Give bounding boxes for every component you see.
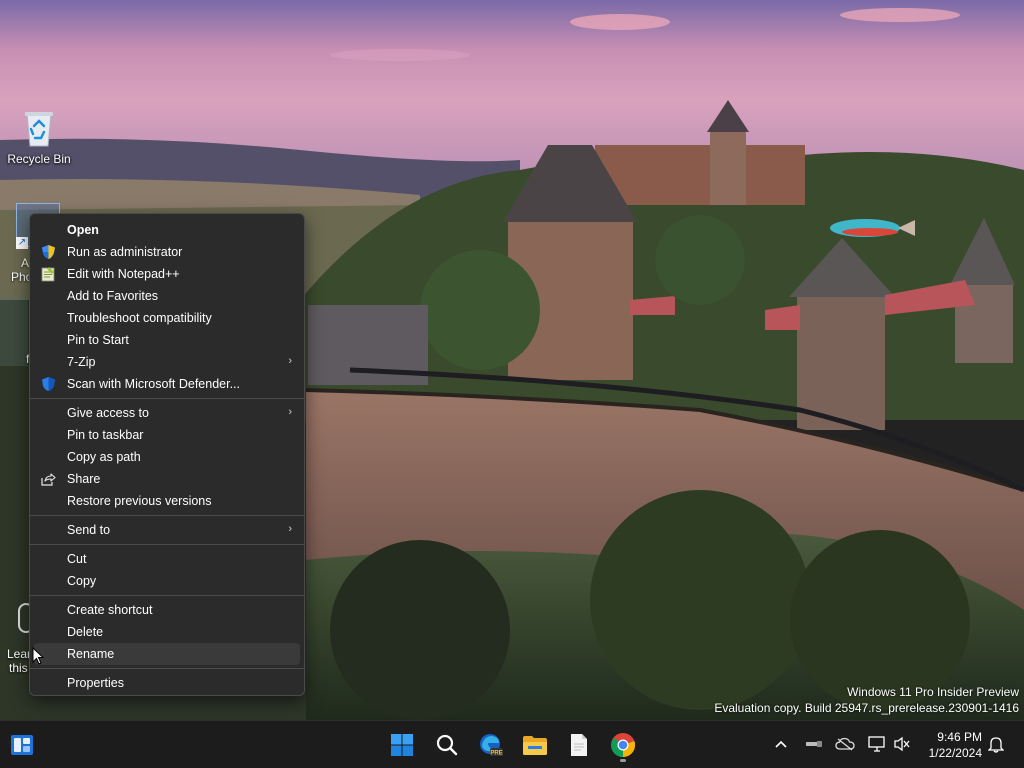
windows-watermark: Windows 11 Pro Insider Preview Evaluatio… bbox=[714, 684, 1019, 716]
menu-item-copy[interactable]: Copy bbox=[34, 570, 300, 592]
menu-item-troubleshoot-compatibility[interactable]: Troubleshoot compatibility bbox=[34, 307, 300, 329]
chrome-icon bbox=[611, 733, 636, 758]
search-button[interactable] bbox=[429, 727, 465, 763]
menu-item-send-to[interactable]: Send to › bbox=[34, 519, 300, 541]
shortcut-arrow-icon: ↗ bbox=[16, 237, 28, 249]
menu-item-pin-to-start[interactable]: Pin to Start bbox=[34, 329, 300, 351]
file-explorer-icon bbox=[523, 736, 547, 755]
taskbar: PRE 9:46 PM 1/22/2024 bbox=[0, 720, 1024, 768]
menu-item-restore-previous-versions[interactable]: Restore previous versions bbox=[34, 490, 300, 512]
usb-tray-button[interactable] bbox=[803, 733, 825, 755]
menu-item-scan-with-defender[interactable]: Scan with Microsoft Defender... bbox=[34, 373, 300, 395]
usb-icon bbox=[806, 741, 822, 747]
clock-time: 9:46 PM bbox=[937, 730, 982, 744]
network-tray-button[interactable] bbox=[866, 733, 888, 755]
onedrive-tray-button[interactable] bbox=[834, 733, 856, 755]
menu-item-copy-as-path[interactable]: Copy as path bbox=[34, 446, 300, 468]
menu-separator bbox=[30, 398, 304, 399]
menu-item-rename[interactable]: Rename bbox=[34, 643, 300, 665]
share-icon bbox=[40, 471, 56, 487]
chevron-right-icon: › bbox=[288, 523, 292, 535]
clock-date: 1/22/2024 bbox=[928, 746, 982, 760]
menu-item-edit-with-notepadpp[interactable]: Edit with Notepad++ bbox=[34, 263, 300, 285]
edge-dev-button[interactable]: PRE bbox=[473, 727, 509, 763]
watermark-build: Evaluation copy. Build 25947.rs_prerelea… bbox=[714, 701, 1019, 715]
network-icon bbox=[868, 736, 885, 752]
cloud-icon bbox=[835, 737, 855, 751]
desktop-icon-partial-label: Lear bbox=[7, 647, 32, 661]
notepad-icon bbox=[571, 734, 587, 756]
desktop-icon-partial-label: this bbox=[9, 661, 28, 675]
notification-center-button[interactable] bbox=[985, 733, 1007, 755]
notepadpp-icon bbox=[40, 266, 56, 282]
system-clock[interactable]: 9:46 PM 1/22/2024 bbox=[929, 729, 982, 761]
volume-tray-button[interactable] bbox=[891, 733, 913, 755]
menu-item-pin-to-taskbar[interactable]: Pin to taskbar bbox=[34, 424, 300, 446]
menu-separator bbox=[30, 595, 304, 596]
desktop-icon-recycle-bin[interactable]: Recycle Bin bbox=[1, 108, 77, 166]
start-icon bbox=[391, 734, 413, 756]
notepad-button[interactable] bbox=[561, 727, 597, 763]
running-indicator bbox=[620, 759, 626, 762]
recycle-bin-icon bbox=[25, 112, 53, 147]
uac-shield-icon bbox=[40, 244, 56, 260]
menu-item-share[interactable]: Share bbox=[34, 468, 300, 490]
menu-item-add-to-favorites[interactable]: Add to Favorites bbox=[34, 285, 300, 307]
menu-item-create-shortcut[interactable]: Create shortcut bbox=[34, 599, 300, 621]
watermark-edition: Windows 11 Pro Insider Preview bbox=[847, 685, 1019, 699]
menu-item-7zip[interactable]: 7-Zip › bbox=[34, 351, 300, 373]
menu-item-cut[interactable]: Cut bbox=[34, 548, 300, 570]
context-menu: Open Run as administrator Edit with Note… bbox=[29, 213, 305, 696]
desktop-icon-partial-label: A bbox=[21, 256, 30, 270]
menu-separator bbox=[30, 544, 304, 545]
widgets-button[interactable] bbox=[4, 727, 40, 763]
chrome-button[interactable] bbox=[605, 727, 641, 763]
search-icon bbox=[436, 734, 458, 756]
notification-bell-icon bbox=[988, 737, 1004, 753]
desktop-icon-partial[interactable] bbox=[0, 296, 28, 366]
defender-shield-icon bbox=[40, 376, 56, 392]
edge-dev-icon: PRE bbox=[480, 734, 503, 757]
start-button[interactable] bbox=[384, 727, 420, 763]
chevron-right-icon: › bbox=[288, 406, 292, 418]
file-explorer-button[interactable] bbox=[517, 727, 553, 763]
chevron-up-icon bbox=[775, 740, 787, 748]
desktop-icon-label: Recycle Bin bbox=[7, 152, 71, 166]
menu-item-run-as-administrator[interactable]: Run as administrator bbox=[34, 241, 300, 263]
menu-item-open[interactable]: Open bbox=[34, 219, 300, 241]
menu-separator bbox=[30, 515, 304, 516]
widgets-icon bbox=[11, 735, 33, 755]
menu-separator bbox=[30, 668, 304, 669]
svg-text:PRE: PRE bbox=[490, 751, 502, 757]
chevron-right-icon: › bbox=[288, 355, 292, 367]
speaker-muted-icon bbox=[894, 736, 910, 752]
menu-item-delete[interactable]: Delete bbox=[34, 621, 300, 643]
mouse-cursor-icon bbox=[32, 647, 44, 665]
menu-item-properties[interactable]: Properties bbox=[34, 672, 300, 694]
menu-item-give-access-to[interactable]: Give access to › bbox=[34, 402, 300, 424]
show-hidden-icons-button[interactable] bbox=[770, 733, 792, 755]
